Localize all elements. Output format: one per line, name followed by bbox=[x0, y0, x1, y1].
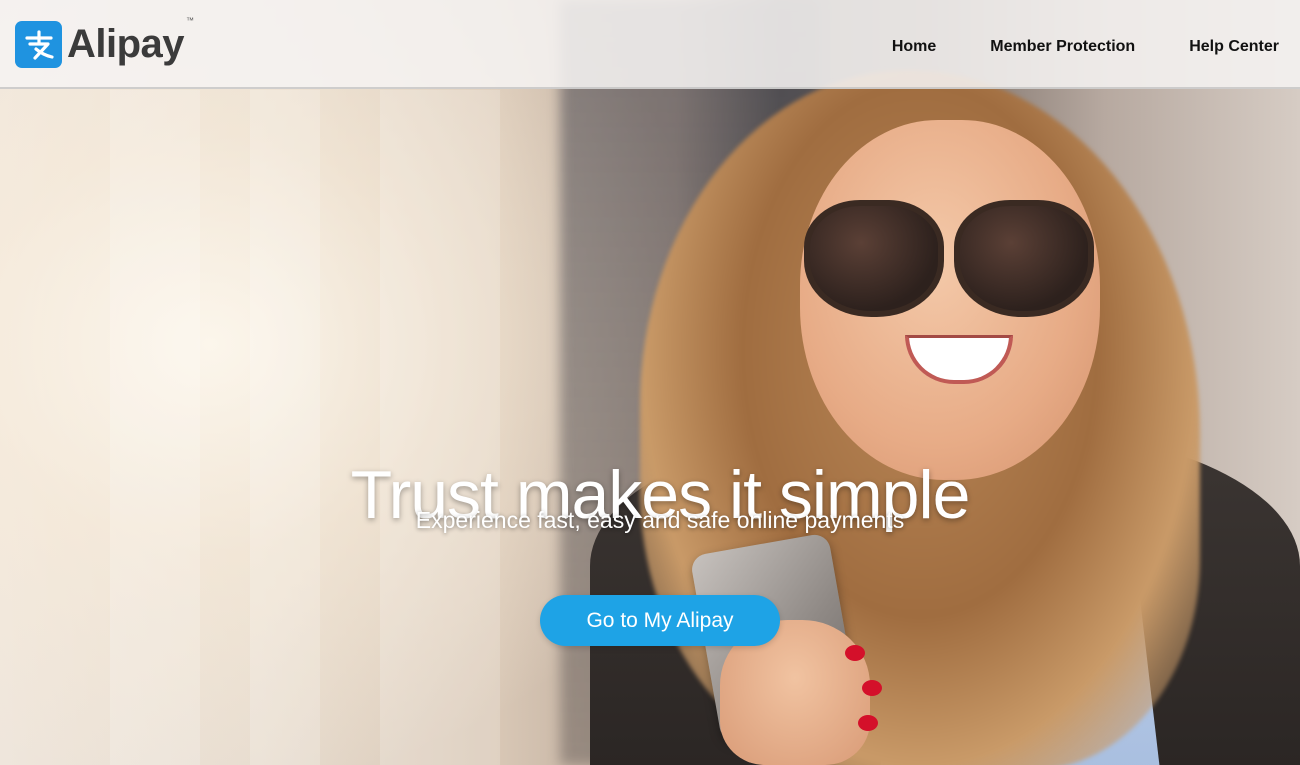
trademark-symbol: ™ bbox=[186, 16, 195, 25]
top-header: Alipay ™ Home Member Protection Help Cen… bbox=[0, 0, 1300, 89]
landing-page: Alipay ™ Home Member Protection Help Cen… bbox=[0, 0, 1300, 765]
sunglasses bbox=[804, 190, 1104, 317]
main-nav: Home Member Protection Help Center bbox=[892, 38, 1279, 56]
hero-background-photo bbox=[0, 0, 1300, 765]
hero-subtitle: Experience fast, easy and safe online pa… bbox=[415, 507, 905, 533]
alipay-logo-icon bbox=[15, 21, 62, 68]
go-to-my-alipay-button[interactable]: Go to My Alipay bbox=[540, 595, 780, 646]
nav-member-protection[interactable]: Member Protection bbox=[990, 38, 1135, 56]
nav-help-center[interactable]: Help Center bbox=[1189, 38, 1279, 56]
nav-home[interactable]: Home bbox=[892, 38, 936, 56]
alipay-logo-link[interactable]: Alipay ™ bbox=[15, 16, 194, 68]
logo-wordmark: Alipay bbox=[67, 22, 185, 66]
